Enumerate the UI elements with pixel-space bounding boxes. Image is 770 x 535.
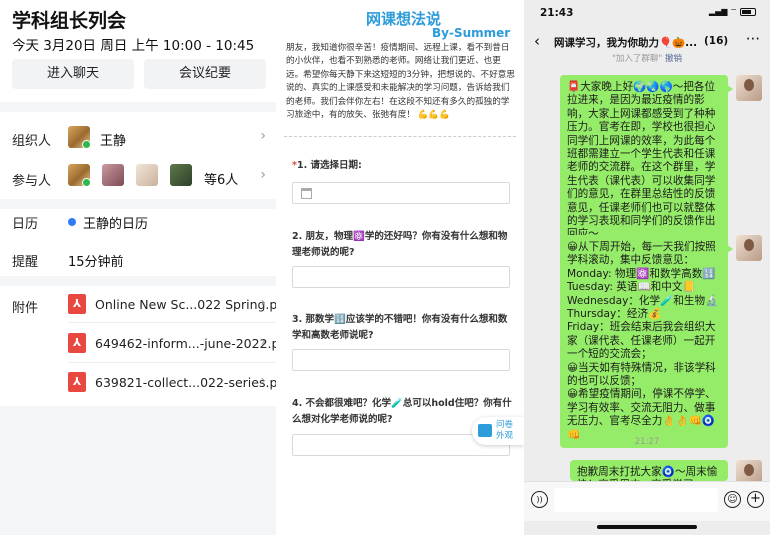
divider xyxy=(68,322,276,323)
organizer-avatar xyxy=(68,126,90,148)
form-title: 网课想法说 xyxy=(366,10,442,28)
survey-appearance-label: 问卷外观 xyxy=(496,420,514,441)
plus-icon[interactable]: + xyxy=(747,491,764,508)
participant-avatar xyxy=(102,164,124,186)
status-icons: ▂▄▆ ⌔ xyxy=(709,7,756,17)
form-byline: By-Summer xyxy=(432,26,511,40)
attachment-filename: 649462-inform...-june-2022.pdf xyxy=(95,336,276,351)
undo-link[interactable]: 撤销 xyxy=(665,54,682,64)
attachments-label: 附件 xyxy=(12,301,39,316)
participants-label: 参与人 xyxy=(12,174,52,189)
home-indicator xyxy=(597,525,697,529)
chevron-right-icon: › xyxy=(260,373,266,389)
participant-avatar xyxy=(136,164,158,186)
section-separator xyxy=(0,276,276,286)
meeting-time: 今天 3月20日 周日 上午 10:00 - 10:45 xyxy=(12,38,255,54)
online-badge-icon xyxy=(82,140,90,148)
survey-appearance-button[interactable]: 问卷外观 xyxy=(472,417,524,445)
battery-icon xyxy=(740,7,756,16)
pdf-icon: ⅄ xyxy=(68,333,86,353)
calendar-label: 日历 xyxy=(12,217,39,232)
section-separator xyxy=(0,102,276,112)
sender-avatar[interactable] xyxy=(736,235,762,261)
status-bar: 21:43 ▂▄▆ ⌔ xyxy=(524,0,770,24)
online-badge-icon xyxy=(82,178,90,186)
calendar-icon xyxy=(301,188,312,199)
more-options-icon[interactable]: ··· xyxy=(746,30,760,48)
signal-wifi-icon: ▂▄▆ ⌔ xyxy=(708,7,738,16)
organizer-label: 组织人 xyxy=(12,134,52,149)
chat-panel: 21:43 ▂▄▆ ⌔ ‹ 网课学习，我为你助力🎈🎃... (16) ··· "… xyxy=(524,0,770,535)
dashed-divider xyxy=(284,136,516,137)
participant-avatar xyxy=(68,164,90,186)
back-chevron-icon[interactable]: ‹ xyxy=(534,32,540,50)
chevron-right-icon: › xyxy=(260,128,266,144)
status-time: 21:43 xyxy=(540,7,574,19)
date-picker-field[interactable] xyxy=(292,182,510,204)
screenshot-collage: 学科组长列会 今天 3月20日 周日 上午 10:00 - 10:45 进入聊天… xyxy=(0,0,770,535)
pdf-icon: ⅄ xyxy=(68,294,86,314)
emoji-icon[interactable]: ☺ xyxy=(724,491,741,508)
meeting-title: 学科组长列会 xyxy=(12,10,127,32)
calendar-value: 王静的日历 xyxy=(83,217,149,232)
question-2: 2. 朋友，物理⚛️学的还好吗？你有没有什么想和物理老师说的呢? xyxy=(292,231,508,258)
panel-background xyxy=(0,406,276,535)
organizer-name: 王静 xyxy=(100,134,127,149)
message-bubble[interactable]: 抱歉周末打扰大家🧿～周末愉快！享受周末，享受学习 xyxy=(570,460,728,481)
attachment-filename: Online New Sc...022 Spring.pdf xyxy=(95,297,276,312)
join-chat-button[interactable]: 进入聊天 xyxy=(12,59,134,89)
system-notice-text: "加入了群聊" xyxy=(611,54,663,64)
survey-form-panel: 网课想法说 By-Summer 朋友，我知道你很辛苦！疫情期间、远程上课，看不到… xyxy=(276,0,524,535)
reminder-value: 15分钟前 xyxy=(68,255,124,270)
question-1: *1. 请选择日期: xyxy=(292,158,514,174)
question-3: 3. 那数学🔢应该学的不错吧！你有没有什么想和数学和高数老师说呢? xyxy=(292,314,508,341)
chevron-right-icon: › xyxy=(260,295,266,311)
chat-title: 网课学习，我为你助力🎈🎃... xyxy=(554,37,698,49)
chevron-right-icon: › xyxy=(260,167,266,183)
meeting-minutes-button[interactable]: 会议纪要 xyxy=(144,59,266,89)
divider xyxy=(68,362,276,363)
physics-answer-field[interactable] xyxy=(292,266,510,288)
message-input[interactable] xyxy=(554,488,718,512)
message-bubble[interactable]: 📮大家晚上好🌍🌏🌎～把各位拉进来，是因为最近疫情的影响，大家上网课都感受到了种种… xyxy=(560,75,733,248)
form-intro: 朋友，我知道你很辛苦！疫情期间、远程上课，看不到昔日的小伙伴，也看不到熟悉的老师… xyxy=(286,43,515,121)
system-notice: "加入了群聊" 撤销 xyxy=(524,52,770,64)
participant-avatar xyxy=(170,164,192,186)
question-text: 1. 请选择日期: xyxy=(296,160,362,171)
chevron-right-icon: › xyxy=(260,334,266,350)
participants-count: 等6人 xyxy=(204,173,239,188)
section-separator xyxy=(0,199,276,209)
pdf-icon: ⅄ xyxy=(68,372,86,392)
reminder-label: 提醒 xyxy=(12,255,39,270)
attachment-filename: 639821-collect...022-series.pdf xyxy=(95,375,276,390)
chat-input-bar: )) ☺ + xyxy=(524,481,770,521)
chat-timestamp: 21:27 xyxy=(634,437,660,447)
member-count: (16) xyxy=(704,35,729,47)
calendar-color-dot-icon xyxy=(68,218,76,226)
math-answer-field[interactable] xyxy=(292,349,510,371)
shirt-icon xyxy=(478,424,492,437)
meeting-panel: 学科组长列会 今天 3月20日 周日 上午 10:00 - 10:45 进入聊天… xyxy=(0,0,276,535)
message-bubble[interactable]: 😀从下周开始，每一天我们按照学科滚动，集中反馈意见： Monday: 物理⚛️和… xyxy=(560,235,733,449)
voice-input-icon[interactable]: )) xyxy=(531,491,548,508)
sender-avatar[interactable] xyxy=(736,75,762,101)
